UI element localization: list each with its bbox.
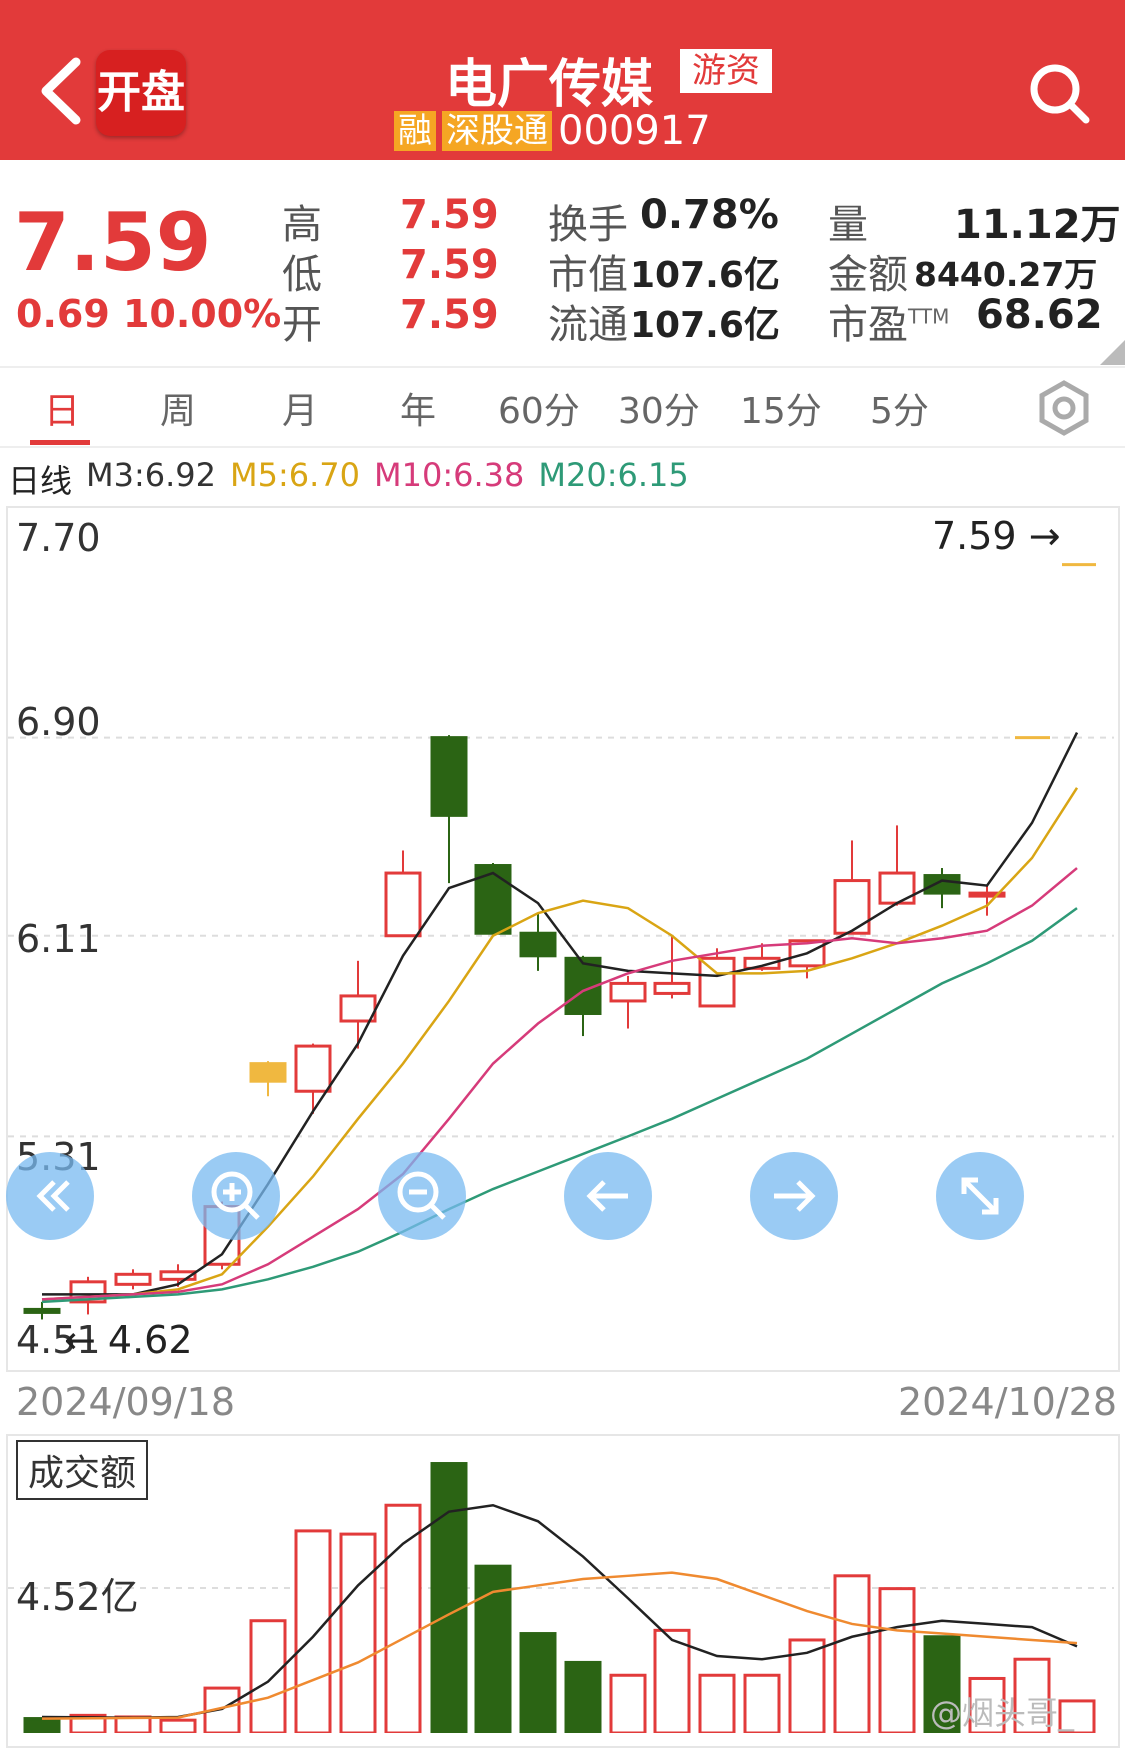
volume-bar xyxy=(23,1717,61,1733)
volume-bar xyxy=(249,1619,287,1733)
volume-bar xyxy=(698,1673,736,1733)
volume-bar xyxy=(384,1503,422,1733)
volume-ma-line xyxy=(41,1503,1078,1719)
volume-bar xyxy=(609,1673,647,1733)
volume-bar xyxy=(294,1529,332,1733)
watermark: @烟头哥_ xyxy=(930,1694,1075,1732)
volume-bar xyxy=(833,1574,871,1733)
volume-bar xyxy=(743,1673,781,1733)
volume-bar xyxy=(519,1632,557,1733)
volume-tick: 4.52亿 xyxy=(16,1575,139,1619)
volume-chart[interactable] xyxy=(0,0,1125,1733)
volume-bar xyxy=(430,1462,468,1733)
volume-bar xyxy=(564,1660,602,1733)
volume-ma-line xyxy=(41,1571,1078,1720)
volume-bar xyxy=(878,1587,916,1733)
volume-bar xyxy=(114,1715,152,1733)
volume-bar xyxy=(339,1532,377,1733)
volume-bar xyxy=(159,1718,197,1733)
volume-tag[interactable]: 成交额 xyxy=(16,1440,149,1500)
volume-bar xyxy=(653,1628,691,1733)
